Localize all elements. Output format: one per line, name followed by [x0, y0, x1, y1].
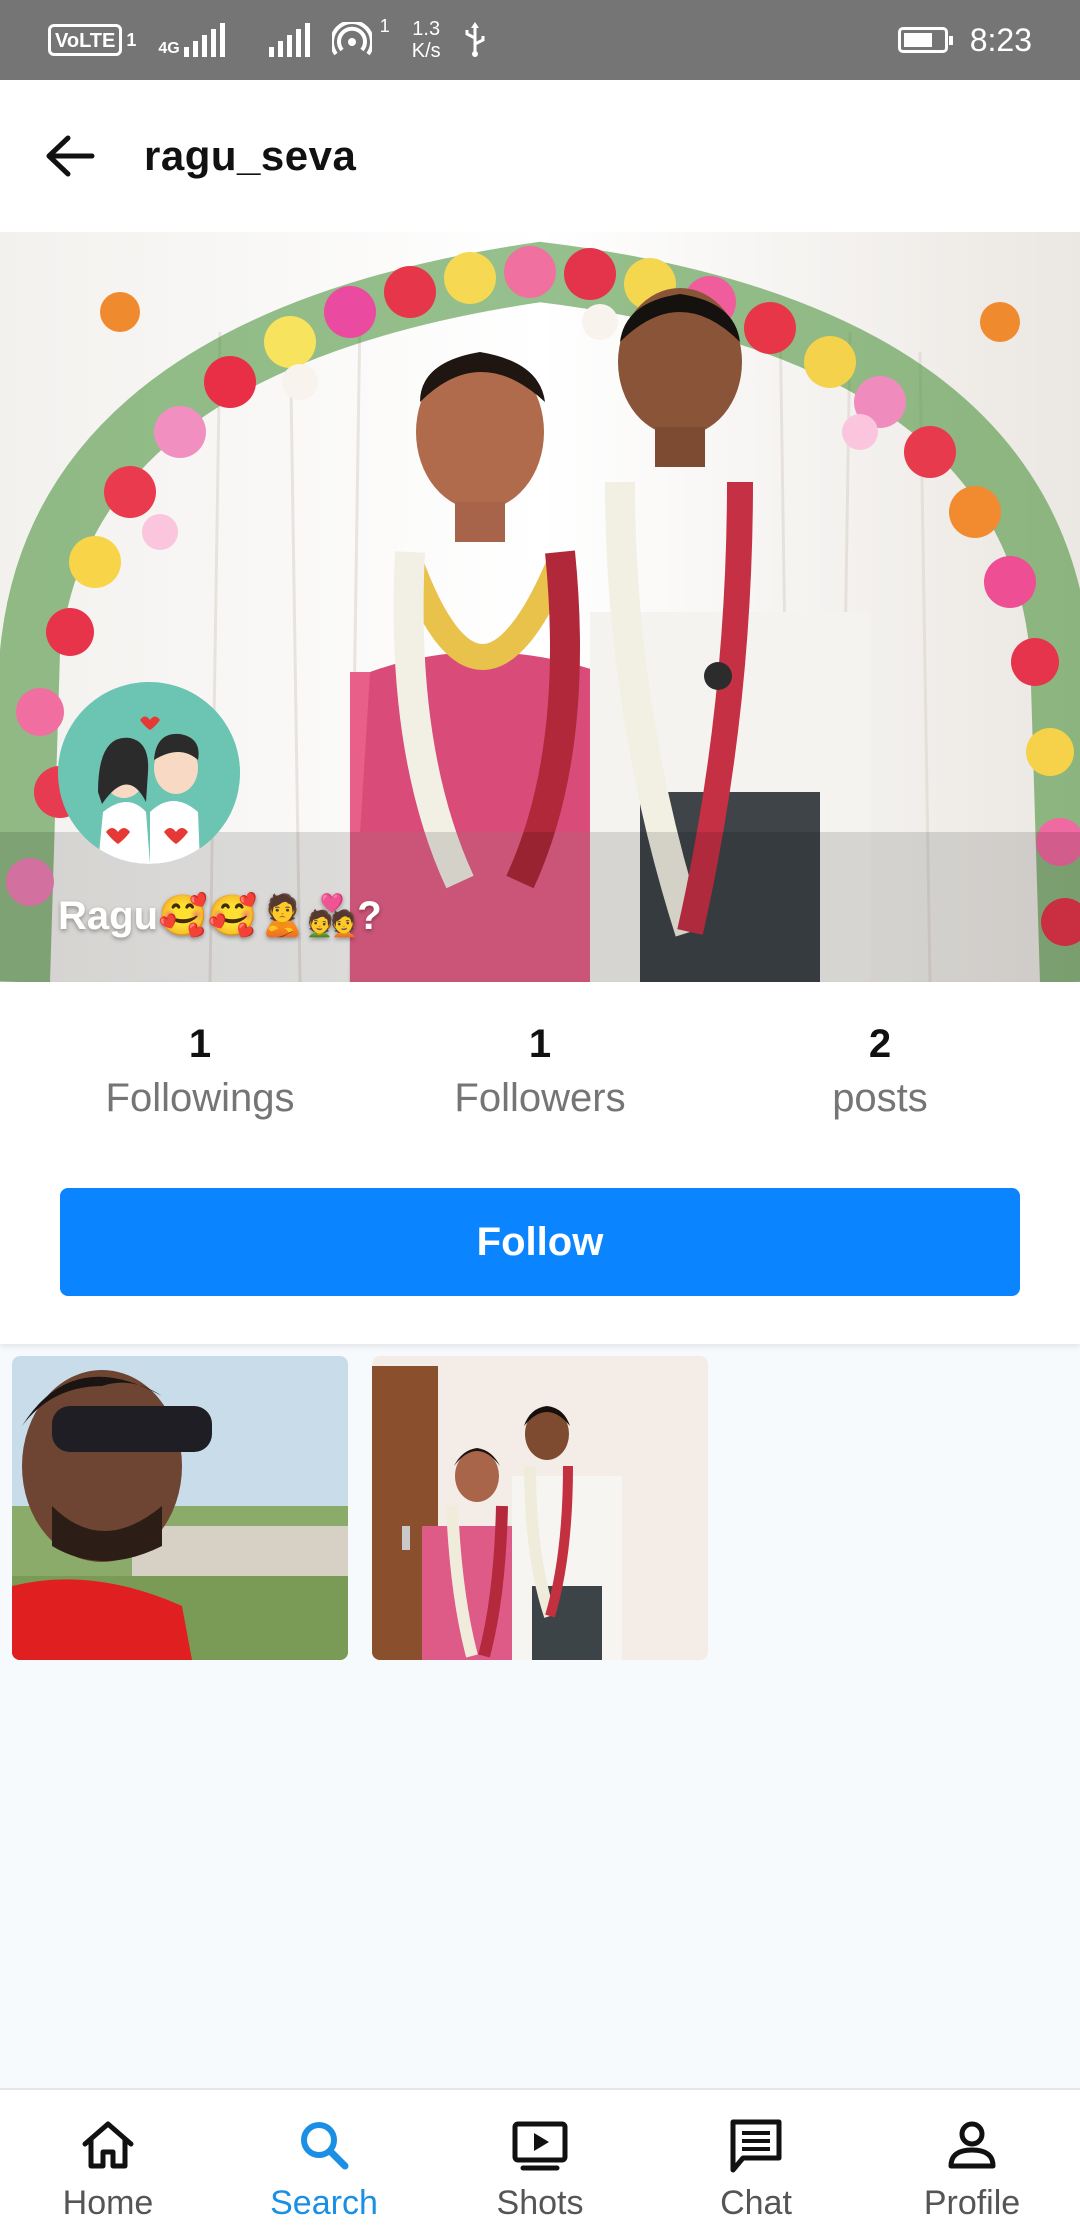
wifi-icon	[331, 22, 372, 56]
profile-avatar[interactable]	[58, 682, 240, 864]
battery-icon	[897, 27, 953, 53]
nav-home[interactable]: Home	[0, 2090, 216, 2240]
search-icon	[301, 2122, 349, 2170]
network-tag: 4G	[158, 40, 180, 57]
signal-icon	[268, 23, 310, 57]
nav-shots-label: Shots	[496, 2184, 584, 2222]
stat-posts[interactable]: 2 posts	[730, 1020, 1030, 1126]
status-right: 8:23	[897, 21, 1032, 59]
cover-photo: Ragu🥰🥰🙎💑?	[0, 232, 1080, 982]
wifi-badge: 1	[379, 15, 390, 36]
profile-stats-card: 1 Followings 1 Followers 2 posts Follow	[0, 982, 1080, 1344]
follow-button[interactable]: Follow	[60, 1188, 1020, 1296]
network-speed: 1.3 K/s	[412, 18, 441, 62]
arrow-left-icon	[46, 135, 95, 177]
couple-illustration-icon	[58, 682, 240, 864]
home-icon	[82, 2121, 134, 2169]
nav-search[interactable]: Search	[216, 2090, 432, 2240]
followers-count: 1	[528, 1022, 552, 1066]
sim-slot: 1	[126, 29, 137, 50]
posts-count: 2	[868, 1022, 892, 1066]
bottom-navigation: Home Search Shots Chat Profile	[0, 2088, 1080, 2240]
display-name: Ragu🥰🥰🙎💑?	[58, 894, 382, 938]
post-thumbnail[interactable]	[372, 1356, 708, 1660]
volte-icon: VoLTE	[48, 24, 123, 56]
nav-chat-label: Chat	[720, 2184, 792, 2222]
person-icon	[948, 2121, 996, 2169]
app-bar: ragu_seva	[0, 80, 1080, 232]
status-left: VoLTE 1 4G 1 1.3 K/s	[48, 15, 487, 62]
usb-icon	[465, 22, 485, 57]
back-button[interactable]	[30, 116, 110, 196]
followers-label: Followers	[454, 1076, 626, 1120]
nav-shots[interactable]: Shots	[432, 2090, 648, 2240]
followings-count: 1	[188, 1022, 212, 1066]
nav-chat[interactable]: Chat	[648, 2090, 864, 2240]
selfie-photo-icon	[12, 1356, 348, 1660]
stat-followings[interactable]: 1 Followings	[50, 1020, 350, 1126]
cover-image	[0, 232, 1080, 982]
chat-icon	[730, 2119, 782, 2173]
speed-value: 1.3	[412, 18, 441, 40]
couple-photo-icon	[372, 1356, 708, 1660]
nav-profile-label: Profile	[923, 2184, 1021, 2222]
nav-search-label: Search	[270, 2184, 378, 2222]
clock: 8:23	[969, 21, 1032, 58]
signal-icon: 4G	[158, 23, 225, 57]
followings-label: Followings	[105, 1076, 295, 1120]
speed-unit: K/s	[411, 40, 441, 62]
nav-home-label: Home	[62, 2184, 154, 2222]
status-bar: VoLTE 1 4G 1 1.3 K/s 8:23	[0, 0, 1080, 80]
posts-label: posts	[832, 1076, 928, 1120]
stat-followers[interactable]: 1 Followers	[390, 1020, 690, 1126]
play-screen-icon	[512, 2121, 568, 2171]
page-title: ragu_seva	[144, 132, 357, 179]
post-thumbnail[interactable]	[12, 1356, 348, 1660]
nav-profile[interactable]: Profile	[864, 2090, 1080, 2240]
